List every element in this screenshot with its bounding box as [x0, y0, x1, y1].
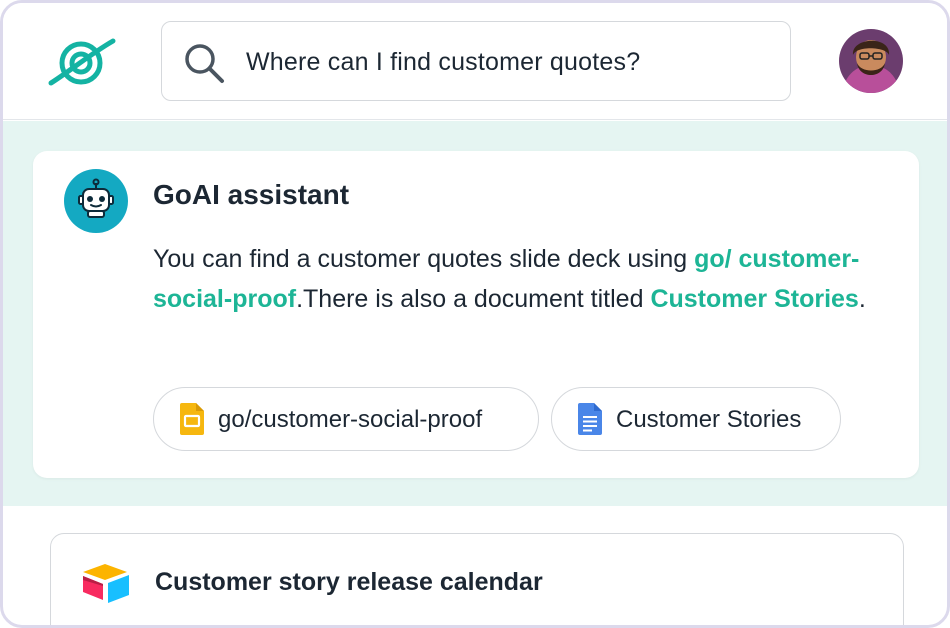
robot-icon — [64, 169, 128, 233]
result-item[interactable]: Customer story release calendar — [50, 533, 904, 625]
header: Where can I find customer quotes? — [3, 3, 947, 120]
google-slides-icon — [180, 403, 204, 435]
app-frame: Where can I find customer quotes? GoAI a… — [0, 0, 950, 628]
search-icon[interactable] — [182, 41, 226, 85]
assistant-card: GoAI assistant You can find a customer q… — [33, 151, 919, 478]
orbit-logo-icon[interactable] — [47, 35, 117, 91]
answer-link-customer-stories[interactable]: Customer Stories — [650, 285, 858, 313]
search-bar[interactable]: Where can I find customer quotes? — [161, 21, 791, 101]
source-chip-label: go/customer-social-proof — [218, 406, 483, 433]
source-chip-docs[interactable]: Customer Stories — [551, 387, 841, 451]
answer-text: You can find a customer quotes slide dec… — [153, 245, 695, 273]
search-input[interactable]: Where can I find customer quotes? — [246, 48, 640, 77]
answer-text: .There is also a document titled — [296, 285, 651, 313]
result-title: Customer story release calendar — [155, 568, 543, 596]
airtable-icon — [81, 562, 131, 604]
assistant-answer: You can find a customer quotes slide dec… — [153, 239, 893, 319]
source-chip-slides[interactable]: go/customer-social-proof — [153, 387, 539, 451]
google-docs-icon — [578, 403, 602, 435]
source-chip-label: Customer Stories — [616, 406, 802, 433]
answer-text: . — [858, 285, 866, 313]
user-avatar[interactable] — [839, 29, 903, 93]
answer-panel: GoAI assistant You can find a customer q… — [3, 121, 947, 506]
assistant-name: GoAI assistant — [153, 179, 350, 210]
